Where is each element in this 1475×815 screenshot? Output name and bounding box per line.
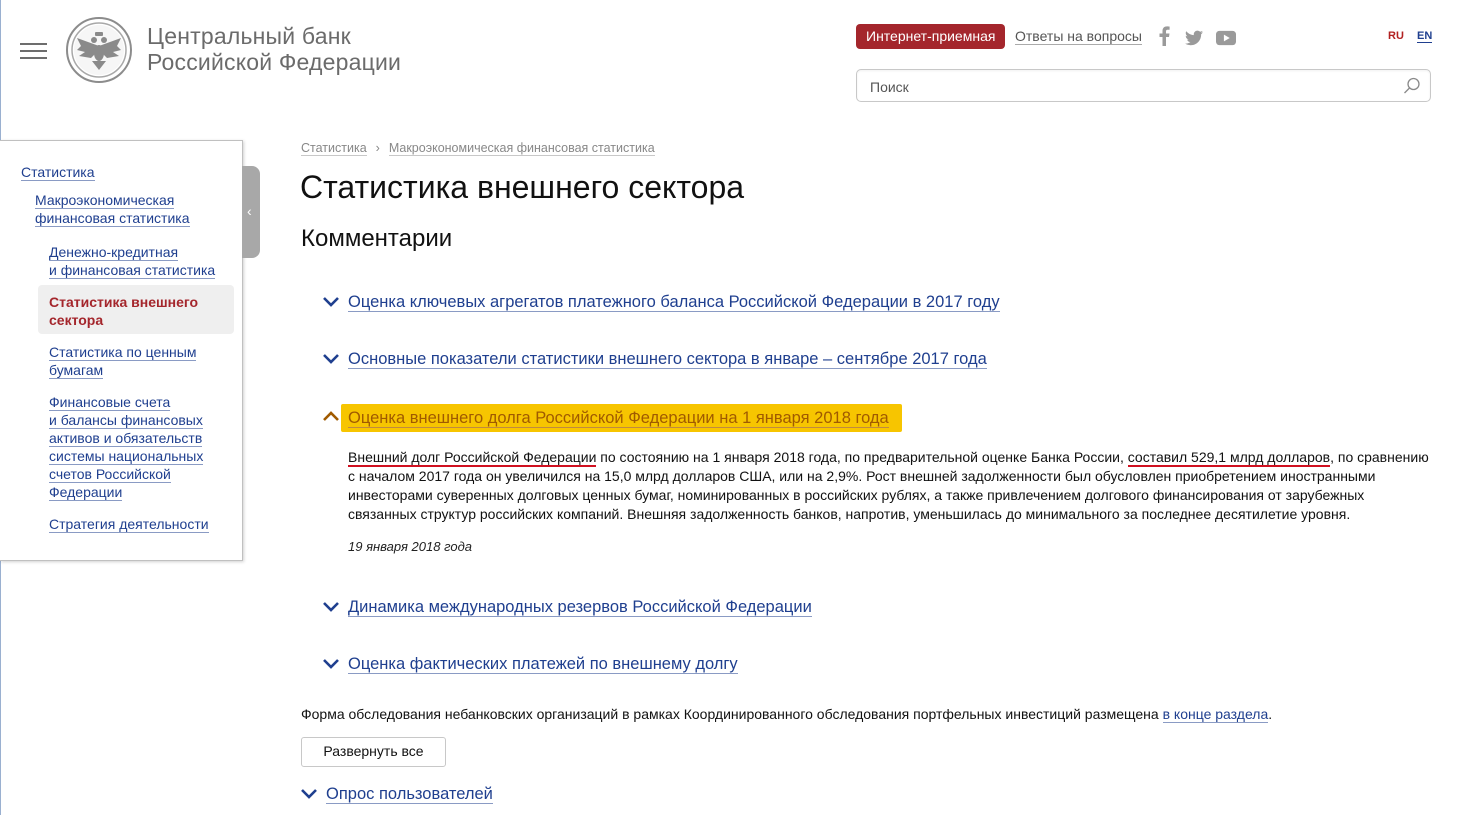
sidebar-item-label: финансовая статистика: [35, 210, 190, 227]
sidebar-item-strategy[interactable]: Стратегия деятельности: [49, 515, 209, 533]
chevron-down-icon: [323, 659, 339, 669]
sidebar-item-label: Денежно-кредитная: [49, 244, 179, 261]
accordion-title-text: Оценка ключевых агрегатов платежного бал…: [348, 293, 1000, 312]
sidebar-item-monetary[interactable]: Денежно-кредитная и финансовая статистик…: [49, 243, 216, 279]
chevron-down-icon: [323, 297, 339, 307]
sidebar-item-label: Финансовые счета: [49, 394, 171, 411]
sidebar-item-label: Стратегия деятельности: [49, 516, 209, 533]
accordion-title-text: Оценка фактических платежей по внешнему …: [348, 655, 738, 674]
lang-en-link[interactable]: EN: [1417, 30, 1433, 43]
sidebar-collapse-toggle[interactable]: ‹: [242, 166, 260, 258]
twitter-icon[interactable]: [1185, 28, 1203, 48]
search-box[interactable]: [856, 69, 1431, 102]
body-text-part: по состоянию на 1 января 2018 года, по п…: [596, 449, 1128, 465]
accordion-title[interactable]: Основные показатели статистики внешнего …: [348, 349, 987, 369]
accordion-title[interactable]: Опрос пользователей: [326, 784, 493, 804]
sidebar-item-financial-accounts[interactable]: Финансовые счета и балансы финансовых ак…: [49, 393, 204, 501]
breadcrumb: Статистика › Макроэкономическая финансовая…: [301, 141, 655, 156]
accordion-title[interactable]: Динамика международных резервов Российск…: [348, 597, 812, 617]
bank-name-line2: Российской Федерации: [147, 49, 402, 75]
highlighted-phrase: Внешний долг Российской Федерации: [348, 449, 597, 467]
chevron-up-icon[interactable]: [322, 410, 340, 422]
accordion-title-open[interactable]: Оценка внешнего долга Российской Федерац…: [348, 408, 889, 428]
sidebar-item-securities[interactable]: Статистика по ценным бумагам: [49, 343, 197, 379]
sidebar-item-label: сектора: [49, 312, 104, 328]
sidebar-item-label: и финансовая статистика: [49, 262, 216, 279]
sidebar-item-macro-financial[interactable]: Макроэкономическая финансовая статистика: [35, 191, 190, 227]
publication-date: 19 января 2018 года: [348, 539, 472, 554]
form-note-text: Форма обследования небанковских организа…: [301, 706, 1163, 722]
accordion-title-text: Оценка внешнего долга Российской Федерац…: [348, 409, 889, 428]
chevron-left-icon: ‹: [247, 203, 252, 219]
accordion-title[interactable]: Оценка фактических платежей по внешнему …: [348, 654, 738, 674]
form-note-end: .: [1268, 706, 1273, 722]
chevron-down-icon: [301, 789, 317, 799]
accordion-title-text: Динамика международных резервов Российск…: [348, 598, 812, 617]
lang-ru-link[interactable]: RU: [1388, 30, 1404, 42]
breadcrumb-item[interactable]: Статистика: [301, 141, 367, 156]
expand-all-button[interactable]: Развернуть все: [301, 737, 446, 767]
sidebar-item-external-sector[interactable]: Статистика внешнего сектора: [49, 293, 198, 329]
highlighted-phrase: составил 529,1 млрд долларов: [1127, 449, 1331, 467]
chevron-down-icon: [323, 354, 339, 364]
sidebar-item-label: счетов Российской: [49, 466, 171, 483]
internet-reception-button[interactable]: Интернет-приемная: [856, 24, 1006, 49]
accordion-title[interactable]: Оценка ключевых агрегатов платежного бал…: [348, 292, 1000, 312]
chevron-right-icon: ›: [375, 141, 380, 155]
sidebar-item-label: Макроэкономическая: [35, 192, 175, 209]
youtube-icon[interactable]: [1216, 28, 1236, 48]
faq-link[interactable]: Ответы на вопросы: [1015, 28, 1142, 45]
sidebar-item-statistics[interactable]: Статистика: [21, 163, 95, 181]
chevron-down-icon: [323, 602, 339, 612]
breadcrumb-item[interactable]: Макроэкономическая финансовая статистика: [388, 141, 655, 156]
bank-name-line1: Центральный банк: [147, 23, 351, 49]
accordion-title-text: Опрос пользователей: [326, 785, 493, 804]
sidebar-item-label: и балансы финансовых: [49, 412, 203, 429]
search-input[interactable]: [868, 76, 1392, 98]
sidebar-item-label: Статистика: [21, 164, 95, 181]
sidebar-item-label: активов и обязательств: [49, 430, 203, 447]
section-title: Комментарии: [301, 225, 453, 252]
search-icon[interactable]: [1403, 77, 1421, 95]
sidebar-item-label: Федерации: [49, 484, 123, 501]
page-title: Статистика внешнего сектора: [300, 169, 745, 205]
sidebar-item-label: Статистика внешнего: [49, 294, 199, 310]
end-of-section-link[interactable]: в конце раздела: [1162, 706, 1269, 723]
bank-name: Центральный банк Российской Федерации: [147, 23, 401, 75]
sidebar-item-label: системы национальных: [49, 448, 204, 465]
sidebar-item-label: бумагам: [49, 362, 104, 379]
facebook-icon[interactable]: [1158, 26, 1170, 46]
accordion-body-text: Внешний долг Российской Федерации по сос…: [348, 448, 1433, 524]
accordion-title-text: Основные показатели статистики внешнего …: [348, 350, 987, 369]
bank-emblem-logo: [66, 17, 132, 83]
sidebar-item-label: Статистика по ценным: [49, 344, 197, 361]
hamburger-menu-icon[interactable]: [20, 41, 47, 61]
form-note: Форма обследования небанковских организа…: [301, 706, 1273, 723]
